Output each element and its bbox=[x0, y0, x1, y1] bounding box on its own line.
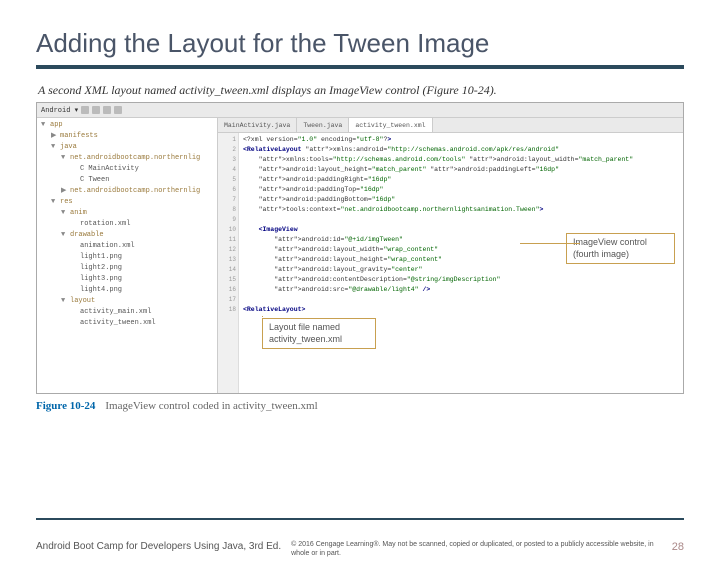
editor-tabbar: MainActivity.javaTween.javaactivity_twee… bbox=[218, 118, 683, 133]
tree-row: ▼java bbox=[41, 142, 213, 153]
tree-row: ▶net.androidbootcamp.northernlig bbox=[41, 186, 213, 197]
tree-row: ▶manifests bbox=[41, 131, 213, 142]
toolbar-icon bbox=[92, 106, 100, 114]
callout-line bbox=[520, 243, 580, 244]
callout-layoutfile: Layout file namedactivity_tween.xml bbox=[262, 318, 376, 349]
figure-label: Figure 10-24ImageView control coded in a… bbox=[36, 400, 684, 412]
callout-imageview: ImageView control(fourth image) bbox=[566, 233, 675, 264]
android-label: Android ▾ bbox=[41, 106, 78, 115]
intro-caption: A second XML layout named activity_tween… bbox=[38, 83, 684, 98]
slide-title: Adding the Layout for the Tween Image bbox=[36, 28, 684, 59]
footer-copyright: © 2016 Cengage Learning®. May not be sca… bbox=[281, 541, 672, 558]
ide-screenshot: Android ▾ ▼app▶manifests▼java▼net.androi… bbox=[36, 102, 684, 394]
tree-row: C Tween bbox=[41, 175, 213, 186]
editor-tab: activity_tween.xml bbox=[349, 118, 432, 132]
tree-row: ▼net.androidbootcamp.northernlig bbox=[41, 153, 213, 164]
tree-row: C MainActivity bbox=[41, 164, 213, 175]
tree-row: activity_tween.xml bbox=[41, 318, 213, 329]
tree-row: ▼app bbox=[41, 120, 213, 131]
toolbar-icon bbox=[81, 106, 89, 114]
tree-row: ▼layout bbox=[41, 296, 213, 307]
tree-row: ▼drawable bbox=[41, 230, 213, 241]
tree-row: light2.png bbox=[41, 263, 213, 274]
tree-row: rotation.xml bbox=[41, 219, 213, 230]
line-gutter: 123456789101112131415161718 bbox=[218, 133, 239, 394]
tree-row: ▼res bbox=[41, 197, 213, 208]
tree-row: activity_main.xml bbox=[41, 307, 213, 318]
tree-row: light1.png bbox=[41, 252, 213, 263]
project-tree-pane: ▼app▶manifests▼java▼net.androidbootcamp.… bbox=[37, 118, 218, 394]
callout-line bbox=[262, 316, 263, 317]
tree-row: ▼anim bbox=[41, 208, 213, 219]
page-number: 28 bbox=[672, 541, 684, 553]
footer-rule bbox=[36, 518, 684, 520]
editor-tab: MainActivity.java bbox=[218, 118, 297, 132]
tree-row: light3.png bbox=[41, 274, 213, 285]
title-rule bbox=[36, 65, 684, 69]
footer-book: Android Boot Camp for Developers Using J… bbox=[36, 541, 281, 552]
tree-row: light4.png bbox=[41, 285, 213, 296]
tree-row: animation.xml bbox=[41, 241, 213, 252]
editor-tab: Tween.java bbox=[297, 118, 349, 132]
ide-toolbar: Android ▾ bbox=[37, 103, 683, 118]
toolbar-icon bbox=[114, 106, 122, 114]
toolbar-icon bbox=[103, 106, 111, 114]
